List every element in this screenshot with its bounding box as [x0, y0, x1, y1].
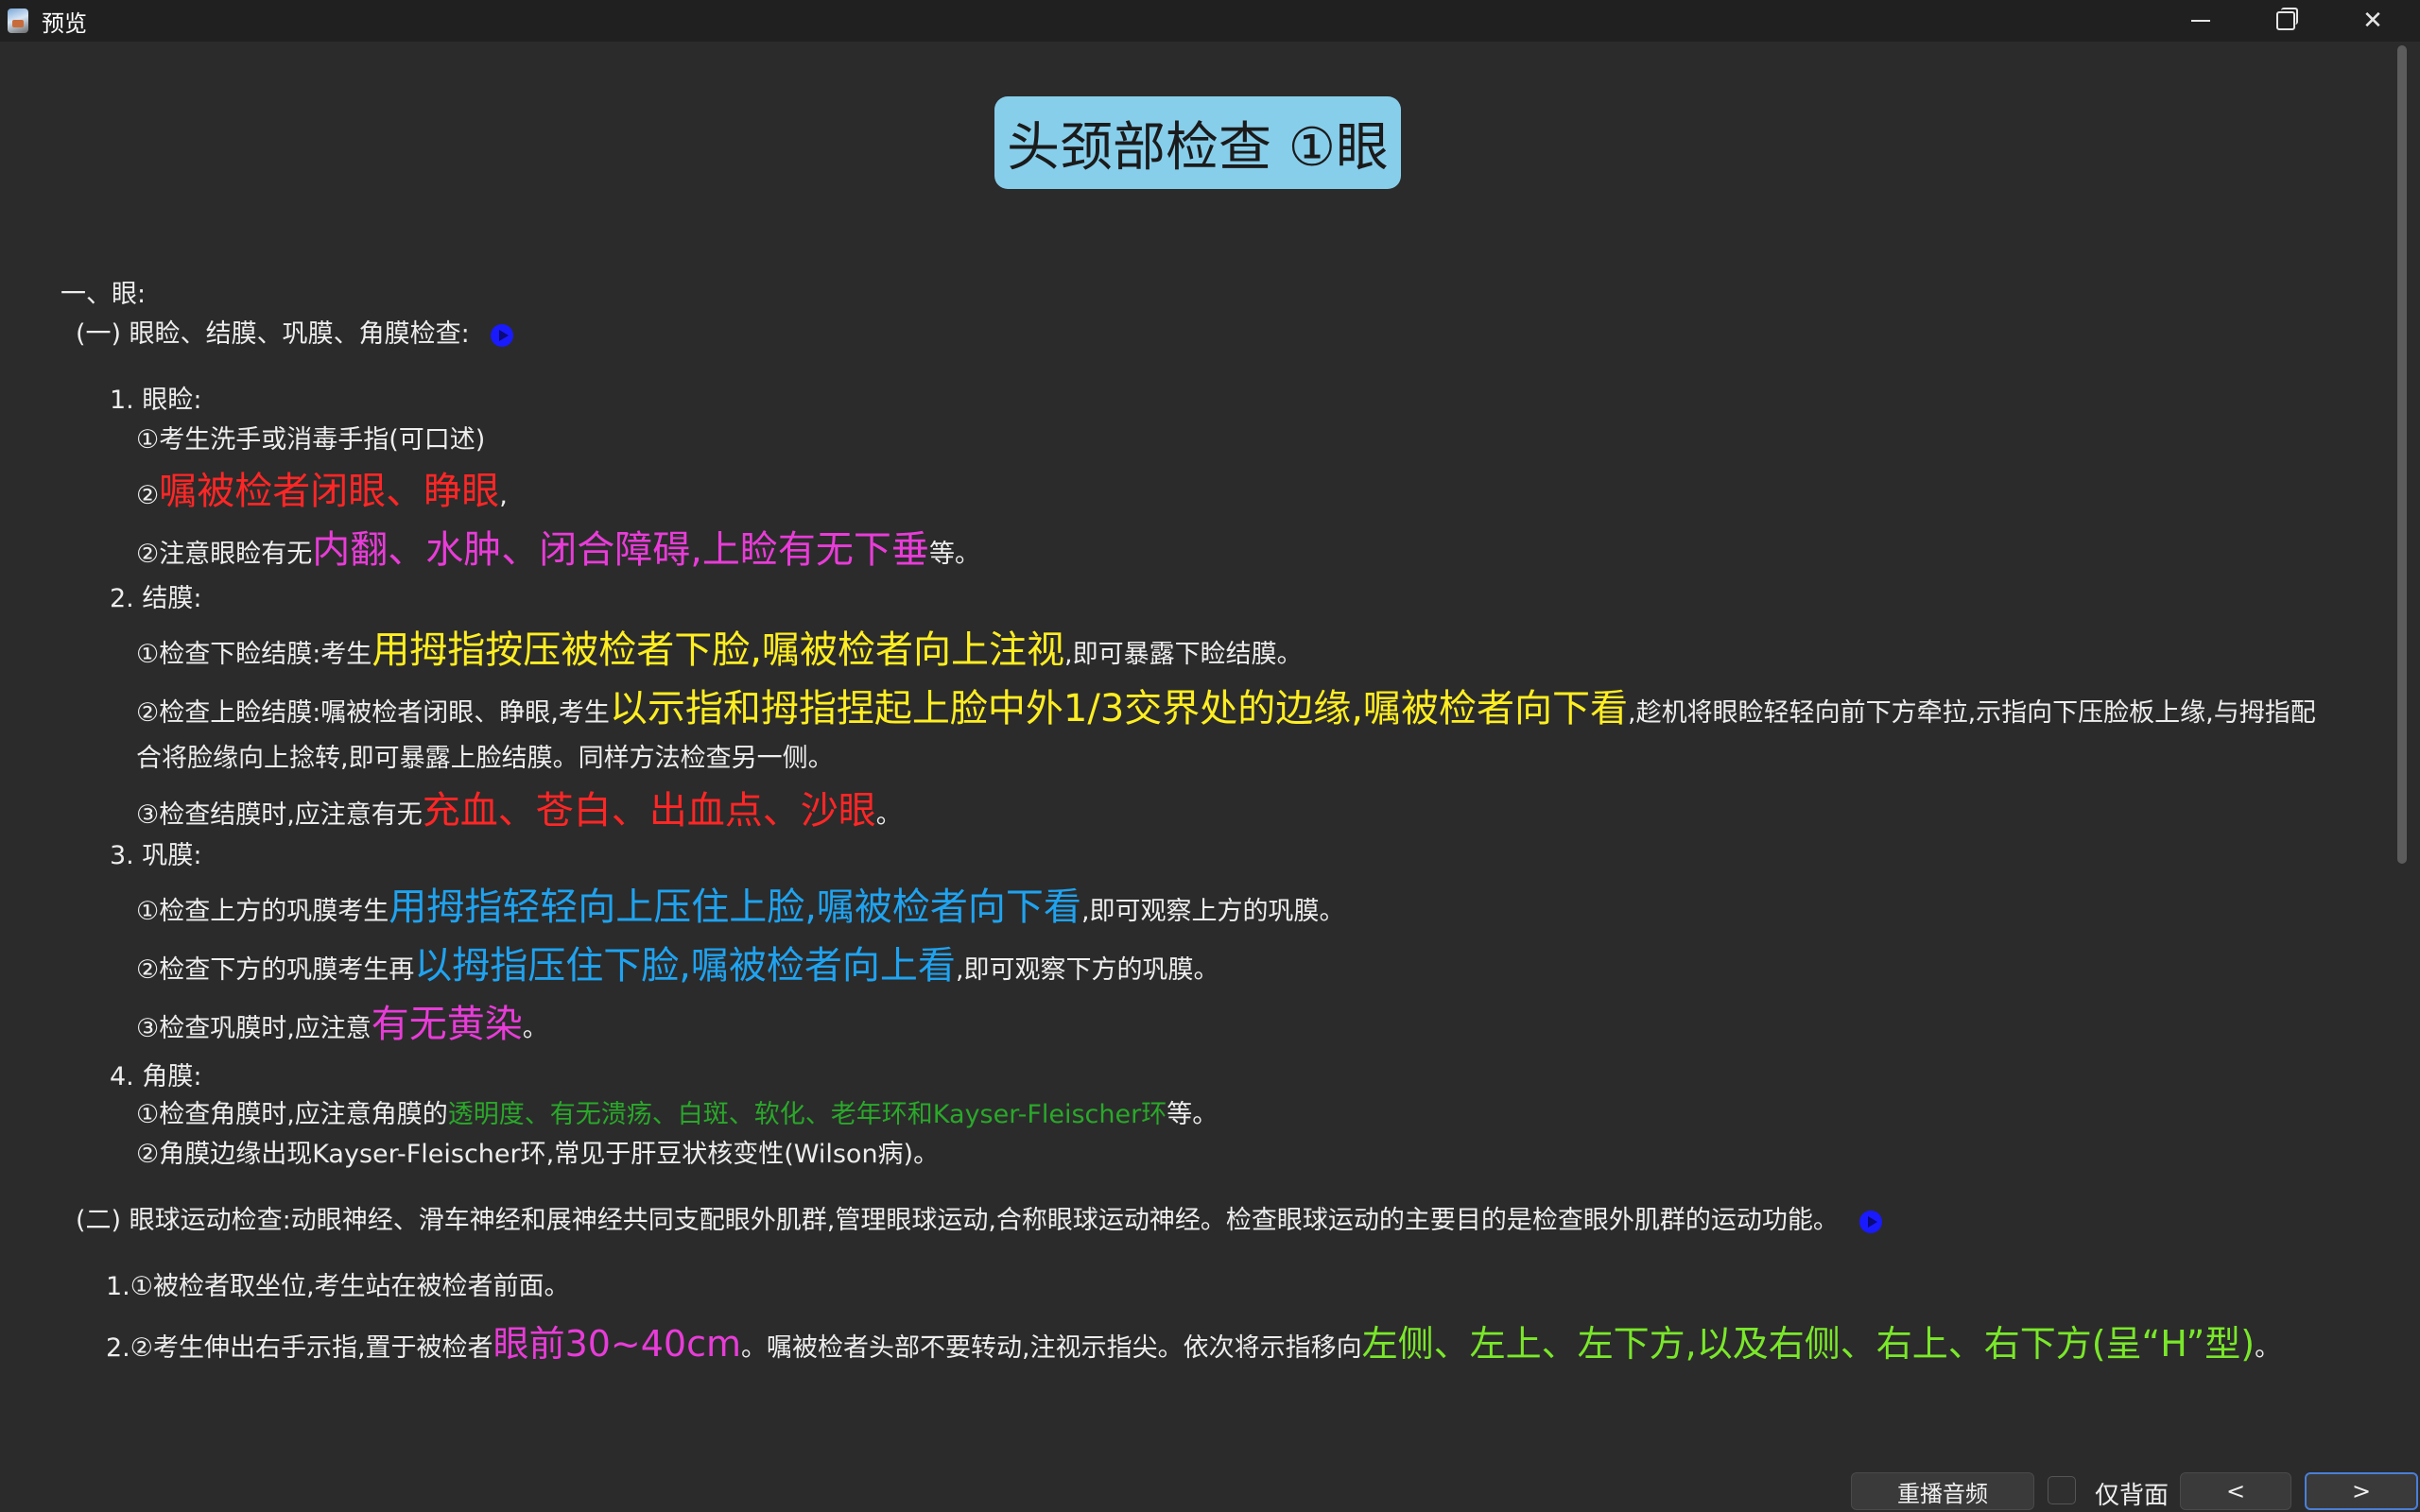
highlight-text: 用拇指按压被检者下脸,嘱被检者向上注视: [372, 628, 1065, 672]
eye-movement-item-1: 1.①被检者取坐位,考生站在被检者前面。: [106, 1272, 570, 1302]
play-icon[interactable]: [1858, 1210, 1882, 1233]
highlight-text: 眼前30~40cm: [493, 1323, 742, 1365]
eyelid-line-3: ②注意眼睑有无内翻、水肿、闭合障碍,上睑有无下垂等。: [136, 527, 980, 573]
conjunctiva-label: 2. 结膜:: [110, 584, 202, 613]
minimize-icon: [2191, 20, 2210, 22]
conjunctiva-line-1: ①检查下睑结膜:考生用拇指按压被检者下脸,嘱被检者向上注视,即可暴露下睑结膜。: [136, 627, 1303, 673]
item-number: 1.: [106, 1272, 130, 1301]
scrollbar-thumb[interactable]: [2397, 45, 2407, 864]
line-suffix: 。: [522, 1014, 548, 1043]
subsection-title: (二) 眼球运动检查:动眼神经、滑车神经和展神经共同支配眼外肌群,管理眼球运动,…: [76, 1206, 1839, 1235]
page-title: 头颈部检查 ①眼: [994, 96, 1401, 189]
conjunctiva-line-3: ③检查结膜时,应注意有无充血、苍白、出血点、沙眼。: [136, 788, 902, 833]
sclera-line-3: ③检查巩膜时,应注意有无黄染。: [136, 1002, 548, 1047]
app-icon: [8, 9, 28, 33]
line-prefix: ①检查上方的巩膜考生: [136, 897, 389, 926]
title-bar: 预览 ✕: [0, 0, 2420, 42]
line-prefix: ①检查下睑结膜:考生: [136, 640, 372, 669]
close-icon: ✕: [2362, 7, 2383, 35]
back-only-label: 仅背面: [2095, 1482, 2169, 1510]
close-button[interactable]: ✕: [2329, 0, 2416, 42]
play-icon[interactable]: [490, 323, 513, 347]
cornea-line-2: ②角膜边缘出现Kayser-Fleischer环,常见于肝豆状核变性(Wilso…: [136, 1140, 940, 1169]
eyelid-line-1: ①考生洗手或消毒手指(可口述): [136, 425, 486, 455]
subsection-heading-2: (二) 眼球运动检查:动眼神经、滑车神经和展神经共同支配眼外肌群,管理眼球运动,…: [76, 1206, 1882, 1236]
section-heading: 一、眼:: [60, 280, 147, 309]
line-prefix: ②: [136, 481, 160, 510]
highlight-text: 左侧、左上、左下方,以及右侧、右上、右下方(呈“H”型): [1361, 1323, 2256, 1365]
eye-movement-item-2: 2.②考生伸出右手示指,置于被检者眼前30~40cm。嘱被检者头部不要转动,注视…: [106, 1317, 2386, 1375]
line-suffix: ,即可观察下方的巩膜。: [955, 955, 1219, 985]
conjunctiva-line-2: ②检查上睑结膜:嘱被检者闭眼、睁眼,考生以示指和拇指捏起上脸中外1/3交界处的边…: [136, 686, 2339, 782]
sclera-line-2: ②检查下方的巩膜考生再以拇指压住下脸,嘱被检者向上看,即可观察下方的巩膜。: [136, 943, 1219, 988]
highlight-text: 有无黄染: [371, 1003, 523, 1046]
item-number: 2.: [106, 1333, 130, 1363]
subsection-heading-1: (一) 眼睑、结膜、巩膜、角膜检查:: [76, 319, 513, 350]
line-suffix: 。: [2255, 1333, 2281, 1363]
cornea-line-1: ①检查角膜时,应注意角膜的透明度、有无溃疡、白斑、软化、老年环和Kayser-F…: [136, 1100, 1218, 1130]
highlight-text: 透明度、有无溃疡、白斑、软化、老年环和Kayser-Fleischer环: [447, 1100, 1167, 1129]
line-suffix: 等。: [1167, 1100, 1219, 1129]
highlight-text: 用拇指轻轻向上压住上脸,嘱被检者向下看: [389, 885, 1081, 929]
line-suffix: ,即可暴露下睑结膜。: [1064, 640, 1303, 669]
line-prefix: ②考生伸出右手示指,置于被检者: [130, 1333, 493, 1363]
restore-icon: [2276, 8, 2298, 30]
item-text: ①被检者取坐位,考生站在被检者前面。: [130, 1272, 570, 1301]
line-middle: 。嘱被检者头部不要转动,注视示指尖。依次将示指移向: [741, 1333, 1362, 1363]
line-suffix: ,即可观察上方的巩膜。: [1080, 897, 1345, 926]
prev-button[interactable]: <: [2180, 1472, 2291, 1510]
back-only-checkbox[interactable]: [2048, 1476, 2076, 1504]
next-button[interactable]: >: [2305, 1472, 2418, 1510]
line-prefix: ②检查下方的巩膜考生再: [136, 955, 415, 985]
line-suffix: 。: [875, 800, 902, 830]
eyelid-label: 1. 眼睑:: [110, 386, 202, 415]
line-prefix: ③检查巩膜时,应注意: [136, 1014, 372, 1043]
line-prefix: ②检查上睑结膜:嘱被检者闭眼、睁眼,考生: [136, 698, 610, 728]
eyelid-line-2: ②嘱被检者闭眼、睁眼,: [136, 469, 508, 514]
subsection-title: (一) 眼睑、结膜、巩膜、角膜检查:: [76, 319, 470, 349]
line-prefix: ③检查结膜时,应注意有无: [136, 800, 423, 830]
sclera-label: 3. 巩膜:: [110, 841, 202, 870]
line-prefix: ①检查角膜时,应注意角膜的: [136, 1100, 448, 1129]
highlight-text: 以拇指压住下脸,嘱被检者向上看: [414, 944, 956, 988]
cornea-label: 4. 角膜:: [110, 1062, 202, 1091]
line-suffix: ,: [499, 481, 508, 510]
replay-audio-button[interactable]: 重播音频: [1851, 1472, 2034, 1510]
window-title: 预览: [42, 9, 87, 37]
highlight-text: 充血、苍白、出血点、沙眼: [422, 789, 876, 833]
maximize-button[interactable]: [2242, 0, 2329, 42]
line-suffix: 等。: [928, 540, 980, 569]
sclera-line-1: ①检查上方的巩膜考生用拇指轻轻向上压住上脸,嘱被检者向下看,即可观察上方的巩膜。: [136, 885, 1345, 930]
highlight-text: 嘱被检者闭眼、睁眼: [159, 470, 500, 513]
line-prefix: ②注意眼睑有无: [136, 540, 313, 569]
highlight-text: 以示指和拇指捏起上脸中外1/3交界处的边缘,嘱被检者向下看: [609, 687, 1628, 730]
content-area: 头颈部检查 ①眼 一、眼: (一) 眼睑、结膜、巩膜、角膜检查: 1. 眼睑: …: [0, 42, 2392, 1450]
minimize-button[interactable]: [2157, 0, 2244, 42]
highlight-text: 内翻、水肿、闭合障碍,上睑有无下垂: [312, 528, 929, 572]
